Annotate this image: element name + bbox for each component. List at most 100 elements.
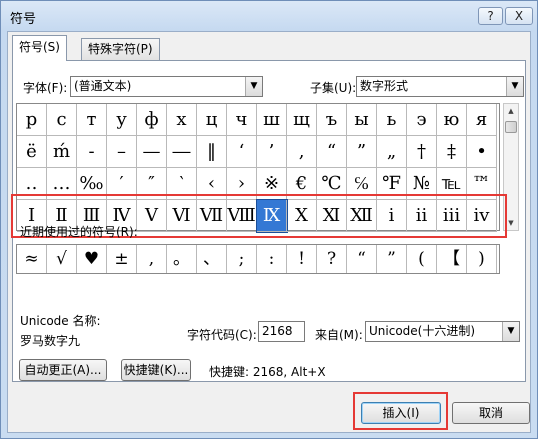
symbol-cell[interactable]: х: [167, 104, 197, 136]
symbol-cell[interactable]: …: [47, 168, 77, 200]
recent-symbol-cell[interactable]: !: [287, 245, 317, 273]
from-dropdown[interactable]: Unicode(十六进制) ▼: [365, 321, 520, 342]
symbol-cell[interactable]: Ⅺ: [317, 200, 347, 232]
symbol-cell[interactable]: я: [467, 104, 497, 136]
symbol-cell[interactable]: Ⅴ: [137, 200, 167, 232]
chevron-down-icon[interactable]: ▼: [245, 77, 262, 96]
scroll-down-icon[interactable]: ▼: [504, 216, 518, 230]
char-code-input[interactable]: 2168: [258, 321, 305, 342]
symbol-cell[interactable]: ℉: [377, 168, 407, 200]
recent-symbol-cell[interactable]: 、: [197, 245, 227, 273]
tab-special-characters[interactable]: 特殊字符(P): [81, 38, 160, 60]
symbol-cell[interactable]: ‰: [77, 168, 107, 200]
recent-symbol-cell[interactable]: √: [47, 245, 77, 273]
recent-symbol-cell[interactable]: 【: [437, 245, 467, 273]
recent-symbol-cell[interactable]: ≈: [17, 245, 47, 273]
chevron-down-icon[interactable]: ▼: [502, 322, 519, 341]
symbol-cell[interactable]: ь: [377, 104, 407, 136]
recent-symbol-cell[interactable]: ”: [377, 245, 407, 273]
symbol-cell[interactable]: ―: [167, 136, 197, 168]
subset-dropdown[interactable]: 数字形式 ▼: [356, 76, 524, 97]
symbol-cell[interactable]: Ⅹ: [287, 200, 317, 232]
symbol-cell[interactable]: ”: [347, 136, 377, 168]
symbol-cell[interactable]: ш: [257, 104, 287, 136]
recent-symbol-cell[interactable]: ±: [107, 245, 137, 273]
symbol-cell[interactable]: -: [77, 136, 107, 168]
symbol-cell[interactable]: „: [377, 136, 407, 168]
symbol-cell[interactable]: ы: [347, 104, 377, 136]
symbol-cell[interactable]: ‹: [197, 168, 227, 200]
symbol-cell[interactable]: у: [107, 104, 137, 136]
symbol-cell[interactable]: †: [407, 136, 437, 168]
symbol-cell[interactable]: ′: [107, 168, 137, 200]
symbol-cell[interactable]: ℃: [317, 168, 347, 200]
cancel-button[interactable]: 取消: [452, 402, 530, 424]
symbol-cell[interactable]: ч: [227, 104, 257, 136]
recent-symbol-cell[interactable]: :: [257, 245, 287, 273]
symbol-cell[interactable]: р: [17, 104, 47, 136]
symbol-cell[interactable]: ›: [227, 168, 257, 200]
symbol-cell[interactable]: ℅: [347, 168, 377, 200]
recent-symbol-cell[interactable]: ♥: [77, 245, 107, 273]
font-label: 字体(F):: [23, 81, 68, 95]
symbol-cell[interactable]: ’: [257, 136, 287, 168]
recent-symbol-cell[interactable]: ,: [137, 245, 167, 273]
recent-symbol-cell[interactable]: 。: [167, 245, 197, 273]
help-button[interactable]: ?: [478, 7, 503, 25]
symbol-cell[interactable]: щ: [287, 104, 317, 136]
from-label: 来自(M):: [315, 328, 363, 342]
autocorrect-button[interactable]: 自动更正(A)...: [19, 359, 107, 381]
symbol-cell[interactable]: ※: [257, 168, 287, 200]
symbol-cell[interactable]: Ⅸ: [256, 199, 288, 233]
tab-symbols[interactable]: 符号(S): [12, 35, 67, 61]
recent-symbol-cell[interactable]: ;: [227, 245, 257, 273]
symbol-cell[interactable]: ‘: [227, 136, 257, 168]
chevron-down-icon[interactable]: ▼: [506, 77, 523, 96]
symbol-cell[interactable]: ц: [197, 104, 227, 136]
symbol-cell[interactable]: ℡: [437, 168, 467, 200]
recent-symbol-cell[interactable]: (: [407, 245, 437, 273]
symbol-cell[interactable]: ″: [137, 168, 167, 200]
scroll-thumb[interactable]: [505, 121, 517, 133]
symbol-grid-scrollbar[interactable]: ▲ ▼: [503, 103, 519, 231]
symbol-cell[interactable]: ‡: [437, 136, 467, 168]
symbol-cell[interactable]: ф: [137, 104, 167, 136]
symbol-cell[interactable]: Ⅵ: [167, 200, 197, 232]
recent-symbols-label: 近期使用过的符号(R):: [20, 225, 138, 239]
symbol-cell[interactable]: ⅲ: [437, 200, 467, 232]
close-button[interactable]: X: [505, 7, 533, 25]
symbol-cell[interactable]: ™: [467, 168, 497, 200]
char-code-label: 字符代码(C):: [187, 328, 257, 342]
symbol-cell[interactable]: ‚: [287, 136, 317, 168]
symbol-cell[interactable]: •: [467, 136, 497, 168]
shortcut-key-button[interactable]: 快捷键(K)...: [121, 359, 191, 381]
symbol-cell[interactable]: ḿ: [47, 136, 77, 168]
scroll-up-icon[interactable]: ▲: [504, 104, 518, 118]
symbol-cell[interactable]: Ⅶ: [197, 200, 227, 232]
symbol-cell[interactable]: ъ: [317, 104, 347, 136]
symbol-cell[interactable]: Ⅷ: [227, 200, 257, 232]
symbol-grid: р с т у ф х ц ч ш щ ъ ы ь э ю я ё ḿ - – — ― ‖ ‘’ ‚ “” „ † ‡ • ‥… ‰ ′ ″ ‵ ‹ ›…: [16, 103, 500, 233]
symbol-cell[interactable]: ю: [437, 104, 467, 136]
symbol-cell[interactable]: т: [77, 104, 107, 136]
symbol-cell[interactable]: “: [317, 136, 347, 168]
symbol-cell[interactable]: ‖: [197, 136, 227, 168]
recent-symbol-cell[interactable]: ): [467, 245, 497, 273]
symbol-cell[interactable]: э: [407, 104, 437, 136]
symbol-cell[interactable]: Ⅻ: [347, 200, 377, 232]
symbol-cell[interactable]: ⅱ: [407, 200, 437, 232]
symbol-cell[interactable]: –: [107, 136, 137, 168]
symbol-cell[interactable]: №: [407, 168, 437, 200]
symbol-cell[interactable]: ⅰ: [377, 200, 407, 232]
font-dropdown[interactable]: (普通文本) ▼: [70, 76, 263, 97]
symbol-cell[interactable]: ‥: [17, 168, 47, 200]
recent-symbol-cell[interactable]: “: [347, 245, 377, 273]
recent-symbol-cell[interactable]: ?: [317, 245, 347, 273]
symbol-cell[interactable]: —: [137, 136, 167, 168]
insert-button[interactable]: 插入(I): [361, 402, 441, 424]
symbol-cell[interactable]: с: [47, 104, 77, 136]
symbol-cell[interactable]: ё: [17, 136, 47, 168]
symbol-cell[interactable]: €: [287, 168, 317, 200]
symbol-cell[interactable]: ⅳ: [467, 200, 497, 232]
symbol-cell[interactable]: ‵: [167, 168, 197, 200]
